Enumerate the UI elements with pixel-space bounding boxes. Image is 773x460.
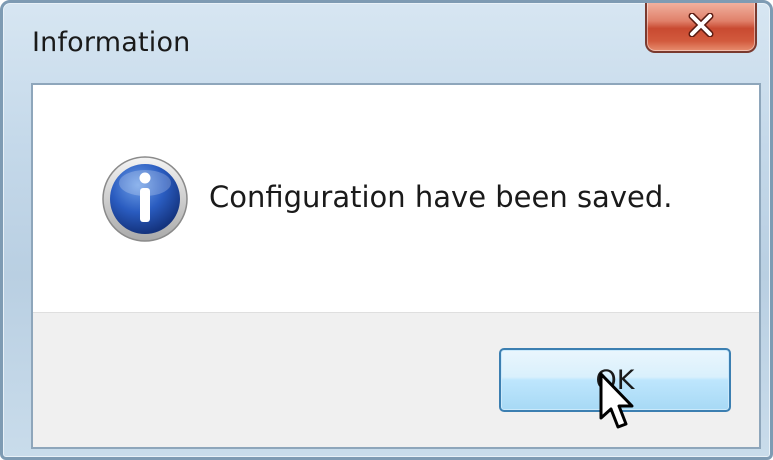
close-icon xyxy=(688,13,714,37)
dialog-title: Information xyxy=(32,27,191,58)
mouse-pointer-icon xyxy=(599,372,634,429)
title-bar[interactable]: Information xyxy=(3,3,770,81)
information-icon xyxy=(102,156,188,242)
information-dialog: Information Configuration have been save… xyxy=(0,0,773,460)
dialog-client-area: Configuration have been saved. OK xyxy=(31,83,761,449)
message-panel: Configuration have been saved. xyxy=(33,85,759,312)
button-panel: OK xyxy=(33,312,759,447)
close-button[interactable] xyxy=(645,3,757,53)
dialog-message: Configuration have been saved. xyxy=(209,180,673,214)
